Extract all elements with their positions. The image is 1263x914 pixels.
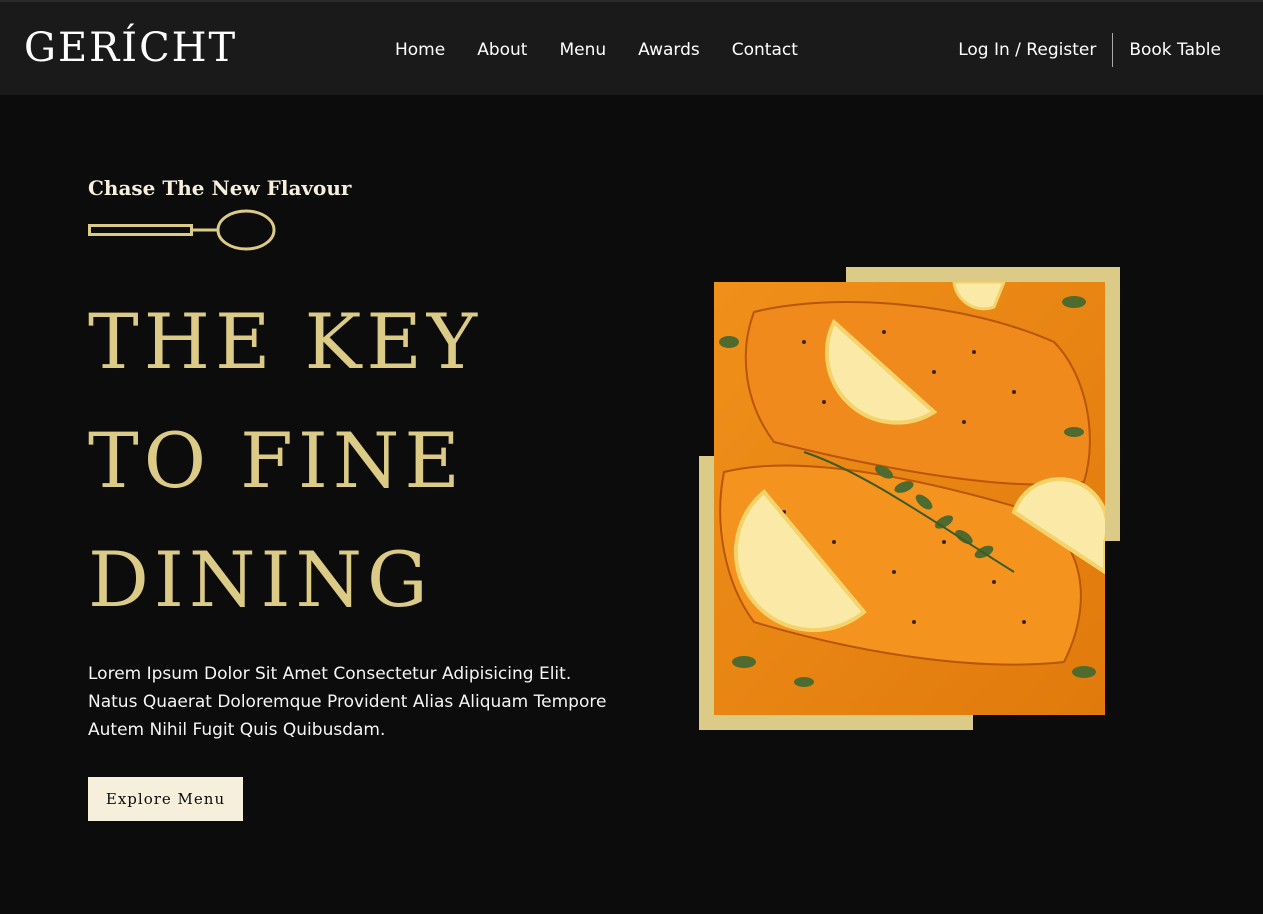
- nav-link-about[interactable]: About: [477, 38, 527, 62]
- login-register-link[interactable]: Log In / Register: [958, 40, 1112, 60]
- nav-link-menu[interactable]: Menu: [559, 38, 606, 62]
- nav-links: Home About Menu Awards Contact: [395, 38, 798, 62]
- nav-actions: Log In / Register Book Table: [958, 32, 1221, 68]
- headline-line: TO FINE: [88, 416, 465, 505]
- hero-subtitle: Chase The New Flavour: [88, 176, 352, 200]
- food-image: [714, 282, 1105, 715]
- hero-description: Lorem Ipsum Dolor Sit Amet Consectetur A…: [88, 664, 607, 740]
- headline-line: DINING: [88, 535, 433, 624]
- navbar: GERÍCHT Home About Menu Awards Contact L…: [0, 0, 1263, 95]
- explore-menu-button[interactable]: Explore Menu: [88, 777, 243, 821]
- nav-link-home[interactable]: Home: [395, 38, 445, 62]
- hero-headline: THE KEY TO FINE DINING: [88, 282, 482, 639]
- brand-logo[interactable]: GERÍCHT: [24, 24, 237, 72]
- headline-line: THE KEY: [88, 297, 483, 386]
- book-table-link[interactable]: Book Table: [1113, 40, 1221, 60]
- spoon-icon: [88, 209, 276, 251]
- nav-link-contact[interactable]: Contact: [732, 38, 798, 62]
- salmon-dish-illustration: [714, 282, 1105, 715]
- nav-link-awards[interactable]: Awards: [638, 38, 700, 62]
